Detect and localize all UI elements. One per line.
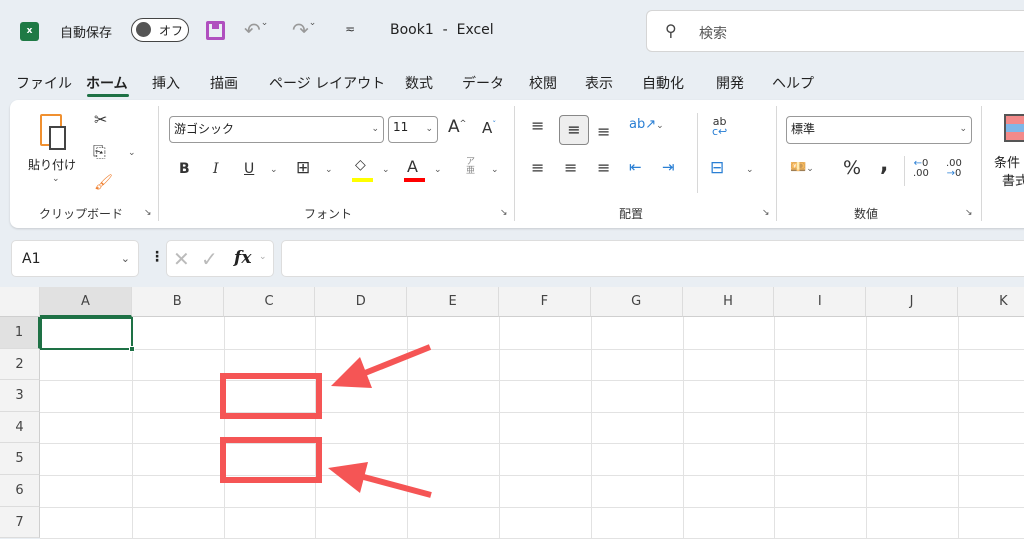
arrow-to-c5	[328, 462, 432, 498]
arrow-to-c3	[331, 344, 432, 388]
annotation-overlay	[220, 344, 432, 498]
highlight-box-c5	[220, 437, 322, 483]
highlight-box-c3	[220, 373, 322, 419]
